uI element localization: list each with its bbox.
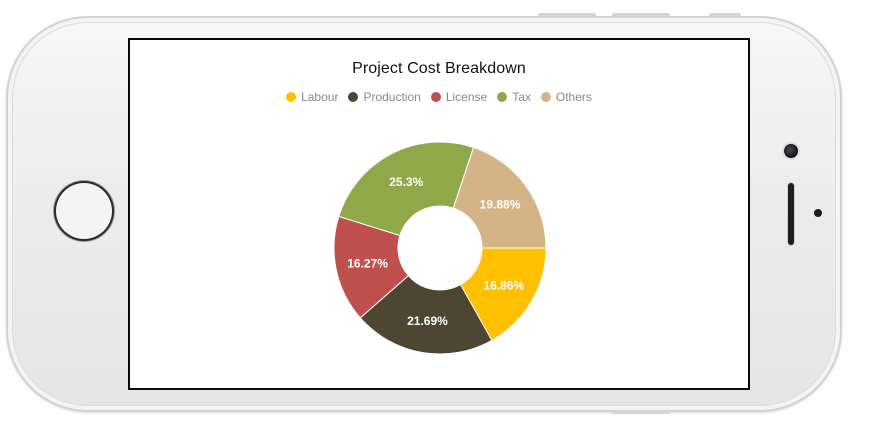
home-button[interactable] [56, 183, 112, 239]
proximity-sensor [814, 209, 822, 217]
power-button [612, 411, 670, 414]
data-label-labour: 16.86% [484, 278, 525, 292]
mute-switch [709, 13, 741, 17]
data-label-license: 16.27% [347, 256, 388, 270]
front-camera-icon [784, 144, 798, 158]
data-label-production: 21.69% [407, 314, 448, 328]
data-label-others: 19.88% [480, 198, 521, 212]
volume-up-button [538, 13, 596, 17]
data-label-tax: 25.3% [389, 175, 423, 189]
volume-down-button [612, 13, 670, 17]
earpiece-speaker [788, 183, 794, 245]
donut-chart: 16.86% 21.69% 16.27% 25.3% 19.88% [333, 141, 547, 355]
phone-screen: Project Cost Breakdown Labour Production… [128, 38, 750, 390]
